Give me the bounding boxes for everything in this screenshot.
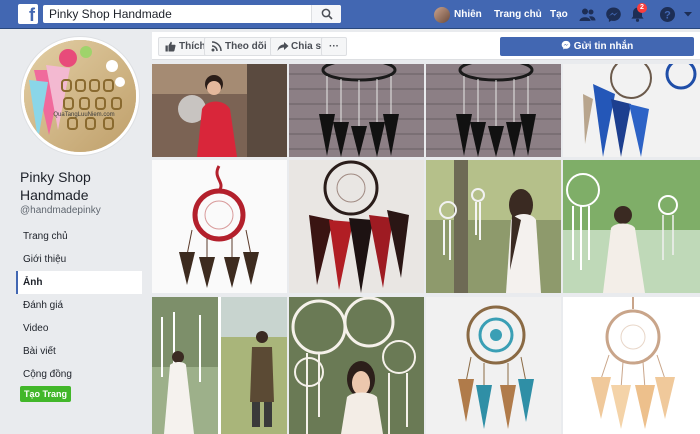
- avatar: [434, 6, 450, 23]
- follow-label: Theo dõi: [225, 41, 267, 52]
- photo-woman-forest-dreamcatchers[interactable]: [426, 160, 561, 293]
- more-options-button[interactable]: ···: [321, 37, 347, 56]
- notification-badge: 2: [637, 3, 647, 13]
- page-username[interactable]: @handmadepinky: [20, 205, 101, 216]
- sidebar-item-posts[interactable]: Bài viết: [16, 340, 142, 363]
- sidebar-item-photos[interactable]: Ảnh: [16, 271, 142, 294]
- send-message-label: Gửi tin nhắn: [573, 41, 634, 52]
- sidebar-item-community[interactable]: Cộng đồng: [16, 363, 142, 386]
- page-title[interactable]: Pinky Shop Handmade: [20, 168, 150, 204]
- photo-dreamcatcher-red[interactable]: [152, 160, 287, 293]
- dropdown-icon[interactable]: [683, 9, 693, 19]
- sidebar-item-reviews[interactable]: Đánh giá: [16, 294, 142, 317]
- facebook-logo-icon[interactable]: f: [18, 4, 38, 24]
- rss-follow-icon: [211, 41, 222, 52]
- search-button[interactable]: [311, 5, 341, 23]
- messenger-icon[interactable]: [605, 6, 622, 23]
- svg-text:?: ?: [664, 9, 671, 21]
- send-message-button[interactable]: Gửi tin nhắn: [500, 37, 694, 56]
- search-box: [43, 5, 341, 23]
- help-icon[interactable]: ?: [659, 6, 676, 23]
- photo-bride-outdoor[interactable]: [563, 160, 700, 293]
- search-input[interactable]: [43, 5, 303, 23]
- photo-dreamcatcher-blue[interactable]: [563, 64, 700, 157]
- nav-create-link[interactable]: Tạo: [550, 6, 568, 23]
- photo-wedding-couples[interactable]: [152, 297, 287, 434]
- messenger-icon: [561, 40, 571, 50]
- nav-home-link[interactable]: Trang chủ: [494, 6, 542, 23]
- photo-dreamcatcher-black-2[interactable]: [426, 64, 561, 157]
- photo-dreamcatcher-dark-red[interactable]: [289, 160, 424, 293]
- follow-button[interactable]: Theo dõi: [204, 37, 274, 56]
- photo-grid: [152, 64, 700, 434]
- sidebar-item-about[interactable]: Giới thiệu: [16, 248, 142, 271]
- user-name: Nhiên: [454, 9, 482, 20]
- page-sidebar-nav: Trang chủ Giới thiệu Ảnh Đánh giá Video …: [16, 225, 142, 386]
- photo-dreamcatcher-peach[interactable]: [563, 297, 700, 434]
- photo-dreamcatcher-teal[interactable]: [426, 297, 561, 434]
- sidebar-item-videos[interactable]: Video: [16, 317, 142, 340]
- search-icon: [321, 8, 333, 20]
- create-page-button[interactable]: Tạo Trang: [20, 386, 71, 402]
- share-arrow-icon: [277, 42, 289, 51]
- photo-bride-dreamcatchers[interactable]: [289, 297, 424, 434]
- sidebar-item-home[interactable]: Trang chủ: [16, 225, 142, 248]
- photo-dreamcatcher-black-1[interactable]: [289, 64, 424, 157]
- photo-woman-red-dress[interactable]: [152, 64, 287, 157]
- friend-requests-icon[interactable]: [579, 6, 596, 23]
- like-label: Thích: [179, 41, 206, 52]
- thumbs-up-icon: [165, 41, 176, 52]
- profile-photo-image: QuaTangLuuNiem.com: [24, 40, 136, 152]
- watermark-text: QuaTangLuuNiem.com: [53, 112, 114, 118]
- top-navigation-bar: f Nhiên Trang chủ Tạo 2 ?: [0, 0, 700, 29]
- page-profile-picture[interactable]: QuaTangLuuNiem.com: [21, 37, 139, 155]
- nav-profile-link[interactable]: Nhiên: [434, 6, 482, 23]
